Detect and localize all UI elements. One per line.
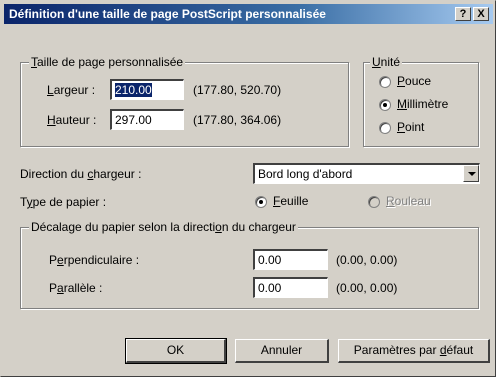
width-range: (177.80, 520.70) — [193, 83, 282, 97]
width-input[interactable]: 210.00 — [110, 79, 184, 100]
height-input[interactable]: 297.00 — [110, 109, 184, 130]
dialog-window: Définition d'une taille de page PostScri… — [0, 0, 496, 377]
radio-selected-icon — [255, 195, 267, 208]
defaults-button[interactable]: Paramètres par défaut — [338, 339, 490, 363]
page-size-group-label: Taille de page personnalisée — [29, 55, 186, 69]
height-label: Hauteur : — [47, 113, 97, 127]
cancel-button[interactable]: Annuler — [235, 339, 329, 363]
radio-circle-icon — [379, 75, 391, 88]
help-button[interactable]: ? — [455, 7, 471, 21]
paper-type-label: Type de papier : — [20, 195, 107, 209]
perpendicular-input[interactable]: 0.00 — [253, 249, 328, 270]
unit-radio-point[interactable]: Point — [379, 120, 424, 134]
paper-offset-group-label: Décalage du papier selon la direction du… — [29, 220, 298, 234]
perpendicular-label: Perpendiculaire : — [49, 253, 140, 267]
perpendicular-range: (0.00, 0.00) — [336, 253, 398, 267]
paper-offset-group: Décalage du papier selon la direction du… — [20, 220, 479, 309]
radio-selected-icon — [379, 98, 391, 111]
radio-circle-icon — [379, 121, 391, 134]
title-bar[interactable]: Définition d'une taille de page PostScri… — [4, 4, 493, 24]
paper-type-roll-radio: Rouleau — [368, 194, 431, 208]
radio-circle-icon — [368, 195, 380, 208]
parallel-range: (0.00, 0.00) — [336, 281, 398, 295]
unit-group-label: Unité — [370, 55, 403, 69]
width-label: Largeur : — [47, 83, 96, 97]
page-size-group: Taille de page personnalisée — [20, 55, 349, 147]
feed-direction-label: Direction du chargeur : — [20, 167, 142, 181]
unit-radio-millimeter[interactable]: Millimètre — [379, 97, 448, 111]
window-title: Définition d'une taille de page PostScri… — [9, 7, 326, 21]
close-button[interactable]: X — [473, 7, 489, 21]
unit-radio-inch[interactable]: Pouce — [379, 74, 431, 88]
ok-button[interactable]: OK — [125, 338, 227, 364]
feed-direction-value: Bord long d'abord — [258, 167, 353, 181]
feed-direction-select[interactable]: Bord long d'abord — [253, 163, 480, 184]
height-range: (177.80, 364.06) — [193, 113, 282, 127]
parallel-input[interactable]: 0.00 — [253, 277, 328, 298]
parallel-label: Parallèle : — [49, 281, 103, 295]
chevron-down-icon[interactable] — [463, 165, 479, 182]
paper-type-sheet-radio[interactable]: Feuille — [255, 194, 308, 208]
